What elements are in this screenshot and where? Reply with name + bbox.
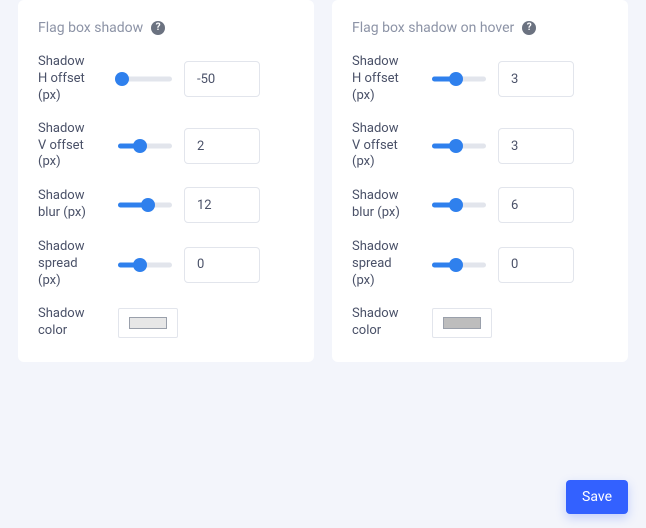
- row-blur: Shadow blur (px): [352, 187, 608, 223]
- slider-spread[interactable]: [432, 258, 486, 272]
- row-label: Shadow H offset (px): [38, 54, 90, 105]
- row-label: Shadow blur (px): [38, 188, 90, 222]
- input-spread[interactable]: [184, 247, 260, 283]
- color-picker[interactable]: [432, 308, 492, 338]
- slider-thumb[interactable]: [449, 258, 463, 272]
- row-label: Shadow spread (px): [38, 239, 90, 290]
- panel-flag-box-shadow-hover: Flag box shadow on hover ? Shadow H offs…: [332, 0, 628, 362]
- input-v-offset[interactable]: [184, 128, 260, 164]
- row-spread: Shadow spread (px): [38, 239, 294, 290]
- input-h-offset[interactable]: [498, 61, 574, 97]
- slider-thumb[interactable]: [133, 258, 147, 272]
- row-label: Shadow H offset (px): [352, 54, 404, 105]
- input-blur[interactable]: [184, 187, 260, 223]
- row-v-offset: Shadow V offset (px): [352, 121, 608, 172]
- color-swatch: [443, 317, 481, 329]
- slider-thumb[interactable]: [449, 72, 463, 86]
- slider-thumb[interactable]: [449, 139, 463, 153]
- row-v-offset: Shadow V offset (px): [38, 121, 294, 172]
- row-label: Shadow color: [38, 306, 90, 340]
- save-button[interactable]: Save: [566, 480, 628, 514]
- color-picker[interactable]: [118, 308, 178, 338]
- input-spread[interactable]: [498, 247, 574, 283]
- row-label: Shadow V offset (px): [352, 121, 404, 172]
- panel-title-row: Flag box shadow ?: [38, 20, 294, 36]
- row-label: Shadow spread (px): [352, 239, 404, 290]
- row-spread: Shadow spread (px): [352, 239, 608, 290]
- slider-v-offset[interactable]: [432, 139, 486, 153]
- row-color: Shadow color: [352, 306, 608, 340]
- row-blur: Shadow blur (px): [38, 187, 294, 223]
- row-label: Shadow color: [352, 306, 404, 340]
- input-h-offset[interactable]: [184, 61, 260, 97]
- row-label: Shadow blur (px): [352, 188, 404, 222]
- panel-title-row: Flag box shadow on hover ?: [352, 20, 608, 36]
- slider-h-offset[interactable]: [432, 72, 486, 86]
- slider-thumb[interactable]: [133, 139, 147, 153]
- input-blur[interactable]: [498, 187, 574, 223]
- slider-blur[interactable]: [432, 198, 486, 212]
- row-color: Shadow color: [38, 306, 294, 340]
- slider-thumb[interactable]: [115, 72, 129, 86]
- slider-blur[interactable]: [118, 198, 172, 212]
- input-v-offset[interactable]: [498, 128, 574, 164]
- row-h-offset: Shadow H offset (px): [38, 54, 294, 105]
- row-label: Shadow V offset (px): [38, 121, 90, 172]
- panel-title: Flag box shadow on hover: [352, 20, 514, 36]
- slider-thumb[interactable]: [141, 198, 155, 212]
- panel-flag-box-shadow: Flag box shadow ? Shadow H offset (px) S…: [18, 0, 314, 362]
- slider-v-offset[interactable]: [118, 139, 172, 153]
- panel-title: Flag box shadow: [38, 20, 143, 36]
- slider-h-offset[interactable]: [118, 72, 172, 86]
- slider-thumb[interactable]: [449, 198, 463, 212]
- slider-spread[interactable]: [118, 258, 172, 272]
- row-h-offset: Shadow H offset (px): [352, 54, 608, 105]
- color-swatch: [129, 317, 167, 329]
- help-icon[interactable]: ?: [522, 21, 536, 35]
- help-icon[interactable]: ?: [151, 21, 165, 35]
